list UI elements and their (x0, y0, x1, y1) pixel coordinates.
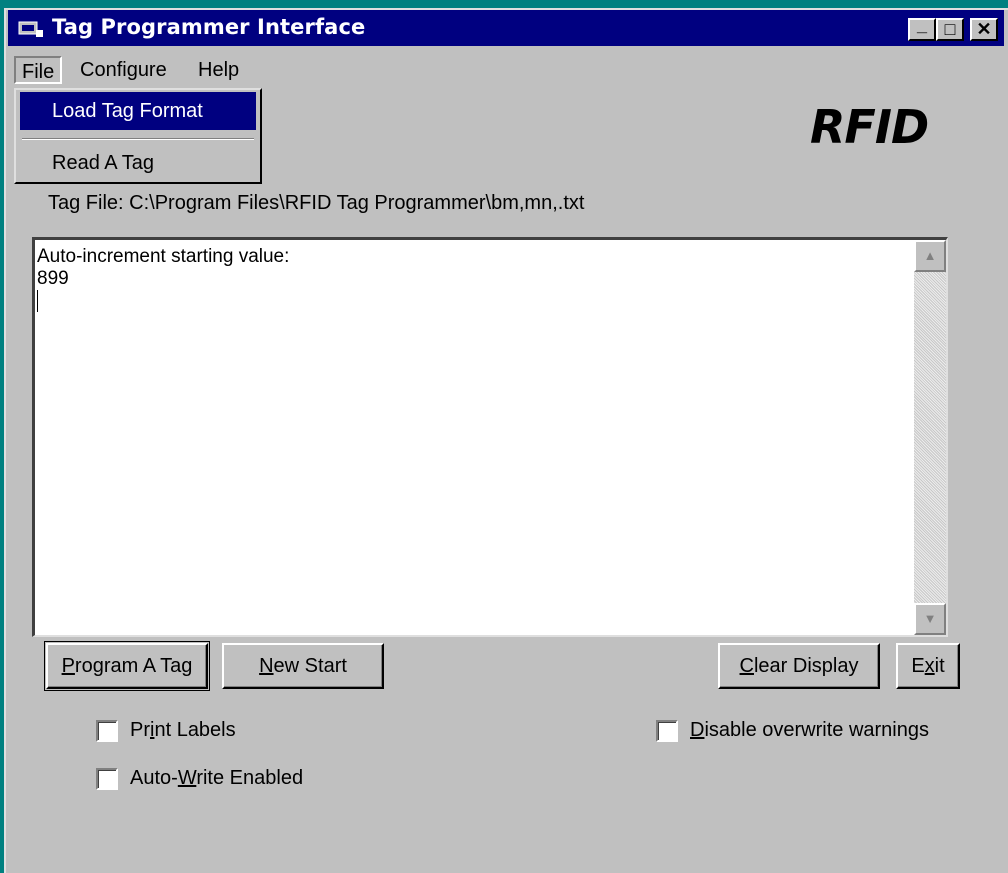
disable-overwrite-checkbox[interactable]: Disable overwrite warnings (656, 719, 929, 742)
checkbox-label: Disable overwrite warnings (690, 719, 929, 741)
maximize-button[interactable]: □ (936, 18, 964, 41)
window-title: Tag Programmer Interface (52, 15, 366, 39)
checkbox-box[interactable] (96, 767, 118, 790)
checkbox-box[interactable] (656, 719, 678, 742)
scroll-down-button[interactable]: ▼ (914, 603, 946, 635)
rfid-logo: RFID (810, 100, 929, 154)
close-icon: ✕ (976, 19, 992, 39)
output-line: 899 (37, 268, 69, 289)
minimize-button[interactable]: _ (908, 15, 936, 41)
tag-file-label: Tag File: C:\Program Files\RFID Tag Prog… (48, 192, 585, 214)
text-caret (37, 290, 38, 312)
clear-display-button[interactable]: Clear Display (718, 643, 880, 689)
new-start-button[interactable]: New Start (222, 643, 384, 689)
output-line: Auto-increment starting value: (37, 246, 290, 267)
checkbox-box[interactable] (96, 719, 118, 742)
menu-separator (22, 138, 254, 140)
exit-button[interactable]: Exit (896, 643, 960, 689)
app-icon (18, 21, 43, 37)
menu-item-load-tag-format[interactable]: Load Tag Format (20, 92, 256, 130)
menu-file[interactable]: File (14, 56, 63, 84)
output-content: Auto-increment starting value: 899 (37, 246, 289, 318)
scroll-up-button[interactable]: ▲ (914, 240, 946, 272)
menu-configure[interactable]: Configure (74, 56, 173, 84)
maximize-icon: □ (944, 19, 956, 39)
file-menu-dropdown: Load Tag Format Read A Tag (14, 88, 262, 184)
minimize-icon: _ (916, 15, 927, 35)
vertical-scrollbar[interactable]: ▲ ▼ (914, 240, 946, 635)
menu-item-read-a-tag[interactable]: Read A Tag (20, 144, 256, 182)
arrow-up-icon: ▲ (923, 248, 937, 263)
program-a-tag-button[interactable]: Program A Tag (46, 643, 208, 689)
close-button[interactable]: ✕ (970, 18, 998, 41)
arrow-down-icon: ▼ (923, 611, 937, 626)
menu-bar: File Configure Help (8, 52, 1004, 86)
output-textarea[interactable]: Auto-increment starting value: 899 ▲ ▼ (32, 237, 948, 637)
checkbox-label: Print Labels (130, 719, 236, 741)
title-bar[interactable]: Tag Programmer Interface _ □ ✕ (8, 10, 1004, 46)
menu-help[interactable]: Help (192, 56, 245, 84)
program-tag-button-frame: Program A Tag (44, 641, 210, 691)
auto-write-checkbox[interactable]: Auto-Write Enabled (96, 767, 303, 790)
checkbox-label: Auto-Write Enabled (130, 767, 304, 789)
print-labels-checkbox[interactable]: Print Labels (96, 719, 236, 742)
